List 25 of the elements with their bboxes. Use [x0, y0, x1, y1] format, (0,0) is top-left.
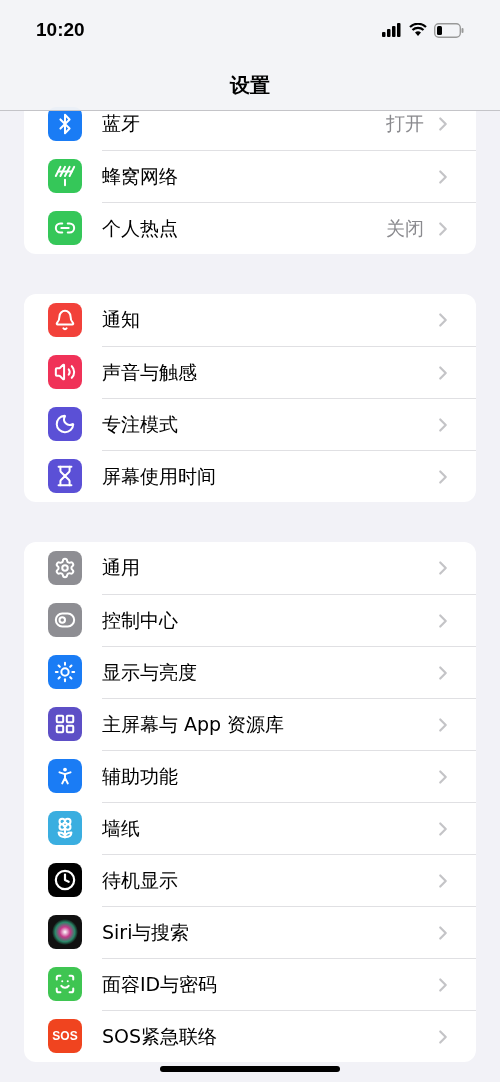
status-time: 10:20 [36, 19, 85, 41]
page-title: 设置 [230, 72, 270, 99]
setting-label[interactable]: 主屏幕与 App 资源库 [102, 711, 432, 738]
setting-value: 关闭 [386, 215, 424, 241]
setting-label[interactable]: Siri与搜索 [102, 919, 432, 946]
battery-icon [434, 22, 464, 38]
setting-label[interactable]: 屏幕使用时间 [102, 463, 432, 490]
setting-label[interactable]: 个人热点 [102, 215, 386, 242]
setting-label[interactable]: 专注模式 [102, 411, 432, 438]
setting-label[interactable]: 显示与亮度 [102, 659, 432, 686]
setting-label[interactable]: 待机显示 [102, 867, 432, 894]
setting-value: 打开 [386, 111, 424, 136]
setting-label[interactable]: 面容ID与密码 [102, 971, 432, 998]
setting-label[interactable]: 墙纸 [102, 815, 432, 842]
sos-icon: SOS [48, 1019, 82, 1053]
setting-label[interactable]: 蜂窝网络 [102, 163, 432, 190]
setting-label[interactable]: SOS紧急联络 [102, 1023, 432, 1050]
setting-label[interactable]: 声音与触感 [102, 359, 432, 386]
signal-icon [382, 23, 402, 37]
wifi-icon [409, 23, 427, 37]
setting-label[interactable]: 通知 [102, 307, 432, 333]
setting-label[interactable]: 辅助功能 [102, 763, 432, 790]
setting-label[interactable]: 控制中心 [102, 607, 432, 634]
setting-label[interactable]: 蓝牙 [102, 111, 386, 137]
setting-label[interactable]: 通用 [102, 555, 432, 581]
